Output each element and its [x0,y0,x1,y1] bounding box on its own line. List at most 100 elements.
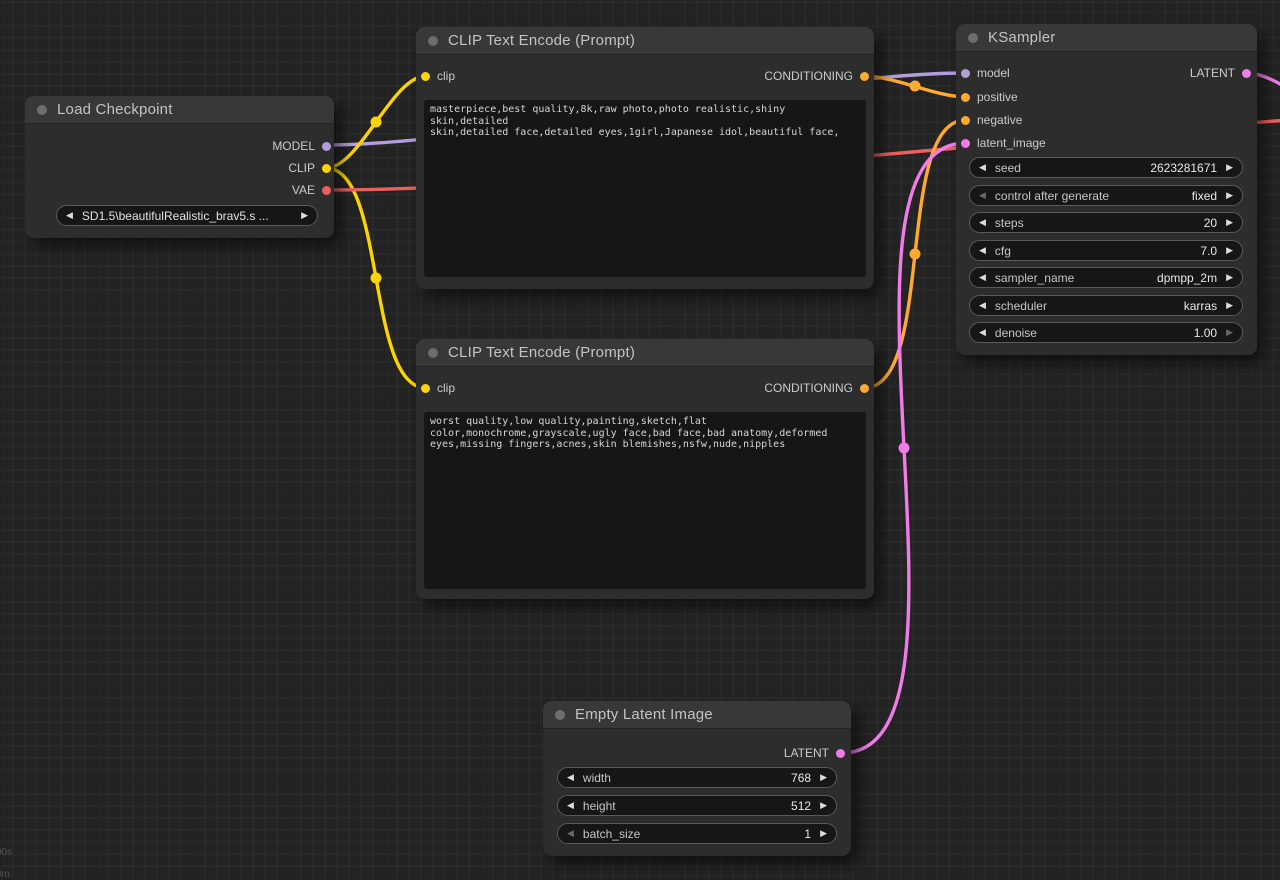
increment-icon[interactable]: ▶ [1226,163,1233,172]
increment-icon[interactable]: ▶ [1226,301,1233,310]
node-title-bar[interactable]: KSampler [956,24,1257,52]
node-ksampler[interactable]: KSampler model positive negative latent_… [956,24,1257,355]
collapse-dot-icon[interactable] [968,33,978,43]
decrement-icon[interactable]: ◀ [979,301,986,310]
collapse-dot-icon[interactable] [555,710,565,720]
widget-label: height [583,799,616,813]
increment-icon[interactable]: ▶ [1226,191,1233,200]
node-title: Empty Latent Image [575,706,713,723]
node-title-bar[interactable]: Empty Latent Image [543,701,851,729]
input-label: negative [977,113,1022,127]
output-label: MODEL [272,139,315,153]
collapse-dot-icon[interactable] [37,105,47,115]
decrement-icon[interactable]: ◀ [979,218,986,227]
increment-icon[interactable]: ▶ [1226,273,1233,282]
decrement-icon[interactable]: ◀ [979,246,986,255]
combo-next-icon[interactable]: ▶ [301,211,308,220]
decrement-icon[interactable]: ◀ [979,163,986,172]
node-title-bar[interactable]: CLIP Text Encode (Prompt) [416,27,874,55]
link-midpoint-dot[interactable] [910,81,921,92]
decrement-icon[interactable]: ◀ [979,191,986,200]
seed-widget[interactable]: ◀ seed 2623281671 ▶ [969,157,1243,178]
widget-value: fixed [1192,189,1217,203]
widget-label: steps [995,216,1024,230]
scheduler-widget[interactable]: ◀ scheduler karras ▶ [969,295,1243,316]
link-midpoint-dot[interactable] [899,443,910,454]
link-midpoint-dot[interactable] [371,273,382,284]
clip-port-dot[interactable] [421,72,430,81]
conditioning-port-dot[interactable] [961,116,970,125]
increment-icon[interactable]: ▶ [1226,246,1233,255]
widget-value: 2623281671 [1150,161,1217,175]
positive-prompt-textarea[interactable]: masterpiece,best quality,8k,raw photo,ph… [424,100,866,277]
node-load-checkpoint[interactable]: Load Checkpoint MODEL CLIP VAE ◀ SD1.5\b… [25,96,334,238]
model-port-dot[interactable] [322,142,331,151]
clip-port-dot[interactable] [322,164,331,173]
control-after-generate-widget[interactable]: ◀ control after generate fixed ▶ [969,185,1243,206]
sampler-name-widget[interactable]: ◀ sampler_name dpmpp_2m ▶ [969,267,1243,288]
output-label: LATENT [784,746,829,760]
vae-port-dot[interactable] [322,186,331,195]
input-clip: clip [421,67,455,85]
node-title-bar[interactable]: CLIP Text Encode (Prompt) [416,339,874,367]
link-midpoint-dot[interactable] [910,249,921,260]
node-title: KSampler [988,29,1055,46]
widget-label: cfg [995,244,1011,258]
node-empty-latent-image[interactable]: Empty Latent Image LATENT ◀ width 768 ▶ … [543,701,851,856]
collapse-dot-icon[interactable] [428,36,438,46]
widget-value: 512 [791,799,811,813]
output-label: CONDITIONING [764,69,853,83]
output-vae: VAE [292,181,331,199]
latent-port-dot[interactable] [836,749,845,758]
widget-value: 7.0 [1200,244,1217,258]
increment-icon[interactable]: ▶ [820,829,827,838]
output-latent: LATENT [1190,64,1251,82]
node-title: CLIP Text Encode (Prompt) [448,32,635,49]
output-label: CONDITIONING [764,381,853,395]
conditioning-port-dot[interactable] [860,384,869,393]
output-label: CLIP [288,161,315,175]
node-title: CLIP Text Encode (Prompt) [448,344,635,361]
increment-icon[interactable]: ▶ [820,801,827,810]
latent-port-dot[interactable] [961,139,970,148]
model-port-dot[interactable] [961,69,970,78]
cfg-widget[interactable]: ◀ cfg 7.0 ▶ [969,240,1243,261]
decrement-icon[interactable]: ◀ [979,273,986,282]
widget-label: scheduler [995,299,1047,313]
increment-icon[interactable]: ▶ [1226,218,1233,227]
widget-label: seed [995,161,1021,175]
decrement-icon[interactable]: ◀ [567,773,574,782]
clip-port-dot[interactable] [421,384,430,393]
decrement-icon[interactable]: ◀ [567,829,574,838]
widget-label: sampler_name [995,271,1074,285]
steps-widget[interactable]: ◀ steps 20 ▶ [969,212,1243,233]
node-clip-text-encode-negative[interactable]: CLIP Text Encode (Prompt) clip CONDITION… [416,339,874,599]
input-label: model [977,66,1010,80]
input-positive: positive [961,88,1018,106]
output-latent: LATENT [784,744,845,762]
conditioning-port-dot[interactable] [860,72,869,81]
width-widget[interactable]: ◀ width 768 ▶ [557,767,837,788]
output-model: MODEL [272,137,331,155]
increment-icon[interactable]: ▶ [820,773,827,782]
node-title: Load Checkpoint [57,101,173,118]
denoise-widget[interactable]: ◀ denoise 1.00 ▶ [969,322,1243,343]
widget-label: width [583,771,611,785]
node-clip-text-encode-positive[interactable]: CLIP Text Encode (Prompt) clip CONDITION… [416,27,874,289]
decrement-icon[interactable]: ◀ [979,328,986,337]
ckpt-name-combo[interactable]: ◀ SD1.5\beautifulRealistic_brav5.s ... ▶ [56,205,318,226]
height-widget[interactable]: ◀ height 512 ▶ [557,795,837,816]
link-midpoint-dot[interactable] [371,117,382,128]
latent-port-dot[interactable] [1242,69,1251,78]
graph-canvas[interactable]: { "colors": { "model": "#b39ddb", "clip"… [0,0,1280,879]
widget-value: dpmpp_2m [1157,271,1217,285]
increment-icon[interactable]: ▶ [1226,328,1233,337]
node-title-bar[interactable]: Load Checkpoint [25,96,334,124]
decrement-icon[interactable]: ◀ [567,801,574,810]
negative-prompt-textarea[interactable]: worst quality,low quality,painting,sketc… [424,412,866,589]
conditioning-port-dot[interactable] [961,93,970,102]
batch-size-widget[interactable]: ◀ batch_size 1 ▶ [557,823,837,844]
combo-prev-icon[interactable]: ◀ [66,211,73,220]
collapse-dot-icon[interactable] [428,348,438,358]
input-label: latent_image [977,136,1046,150]
